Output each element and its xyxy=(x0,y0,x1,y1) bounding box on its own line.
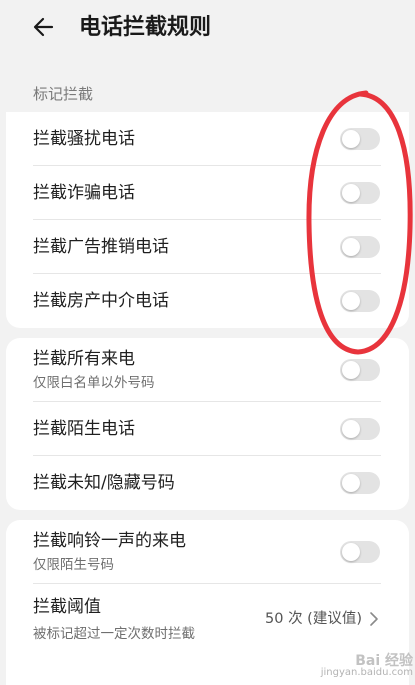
call-block-rules-screen: 电话拦截规则 标记拦截 拦截骚扰电话 拦截诈骗电话 拦截广告推销电话 拦截房产中… xyxy=(0,0,415,685)
threshold-row[interactable]: 拦截阈值 被标记超过一定次数时拦截 50 次 (建议值) xyxy=(6,584,409,652)
rule-row-unknown-hidden[interactable]: 拦截未知/隐藏号码 xyxy=(6,456,409,510)
rule-row-ring-once[interactable]: 拦截响铃一声的来电 仅限陌生号码 xyxy=(6,520,409,584)
rule-row-harassment[interactable]: 拦截骚扰电话 xyxy=(6,112,409,166)
rule-row-real-estate[interactable]: 拦截房产中介电话 xyxy=(6,274,409,328)
toggle-switch[interactable] xyxy=(340,472,380,494)
rule-label: 拦截陌生电话 xyxy=(33,419,135,439)
watermark-url: jingyan.baidu.com xyxy=(320,667,413,678)
toggle-switch[interactable] xyxy=(340,182,380,204)
toggle-switch[interactable] xyxy=(340,128,380,150)
rule-sublabel: 仅限白名单以外号码 xyxy=(33,375,155,391)
page-title: 电话拦截规则 xyxy=(79,15,212,40)
threshold-label: 拦截阈值 xyxy=(33,597,101,617)
toggle-knob xyxy=(342,474,360,492)
rule-label: 拦截诈骗电话 xyxy=(33,183,135,203)
rule-row-fraud[interactable]: 拦截诈骗电话 xyxy=(6,166,409,220)
toggle-knob xyxy=(342,420,360,438)
rule-row-all-calls[interactable]: 拦截所有来电 仅限白名单以外号码 xyxy=(6,338,409,402)
section-label-marked: 标记拦截 xyxy=(33,85,94,103)
toggle-knob xyxy=(342,184,360,202)
watermark-brand: Bai 经验 xyxy=(355,653,413,669)
rule-label: 拦截骚扰电话 xyxy=(33,129,135,149)
toggle-knob xyxy=(342,361,360,379)
rule-label: 拦截房产中介电话 xyxy=(33,291,169,311)
toggle-switch[interactable] xyxy=(340,418,380,440)
rule-label: 拦截响铃一声的来电 xyxy=(33,531,186,551)
general-rules-card: 拦截所有来电 仅限白名单以外号码 拦截陌生电话 拦截未知/隐藏号码 xyxy=(6,338,409,510)
threshold-value: 50 次 (建议值) xyxy=(265,611,362,627)
rule-sublabel: 仅限陌生号码 xyxy=(33,557,114,573)
rule-row-ads[interactable]: 拦截广告推销电话 xyxy=(6,220,409,274)
toggle-switch[interactable] xyxy=(340,290,380,312)
rule-label: 拦截所有来电 xyxy=(33,349,135,369)
toggle-knob xyxy=(342,292,360,310)
toggle-knob xyxy=(342,130,360,148)
watermark: Bai 经验 jingyan.baidu.com xyxy=(320,653,413,679)
marked-rules-card: 拦截骚扰电话 拦截诈骗电话 拦截广告推销电话 拦截房产中介电话 xyxy=(6,112,409,328)
toggle-knob xyxy=(342,543,360,561)
header: 电话拦截规则 xyxy=(0,0,415,58)
rule-label: 拦截未知/隐藏号码 xyxy=(33,473,175,493)
rule-label: 拦截广告推销电话 xyxy=(33,237,169,257)
toggle-knob xyxy=(342,238,360,256)
toggle-switch[interactable] xyxy=(340,359,380,381)
threshold-sublabel: 被标记超过一定次数时拦截 xyxy=(33,626,195,642)
toggle-switch[interactable] xyxy=(340,541,380,563)
chevron-right-icon xyxy=(370,612,378,626)
arrow-left-icon[interactable] xyxy=(32,14,58,40)
rule-row-strangers[interactable]: 拦截陌生电话 xyxy=(6,402,409,456)
toggle-switch[interactable] xyxy=(340,236,380,258)
